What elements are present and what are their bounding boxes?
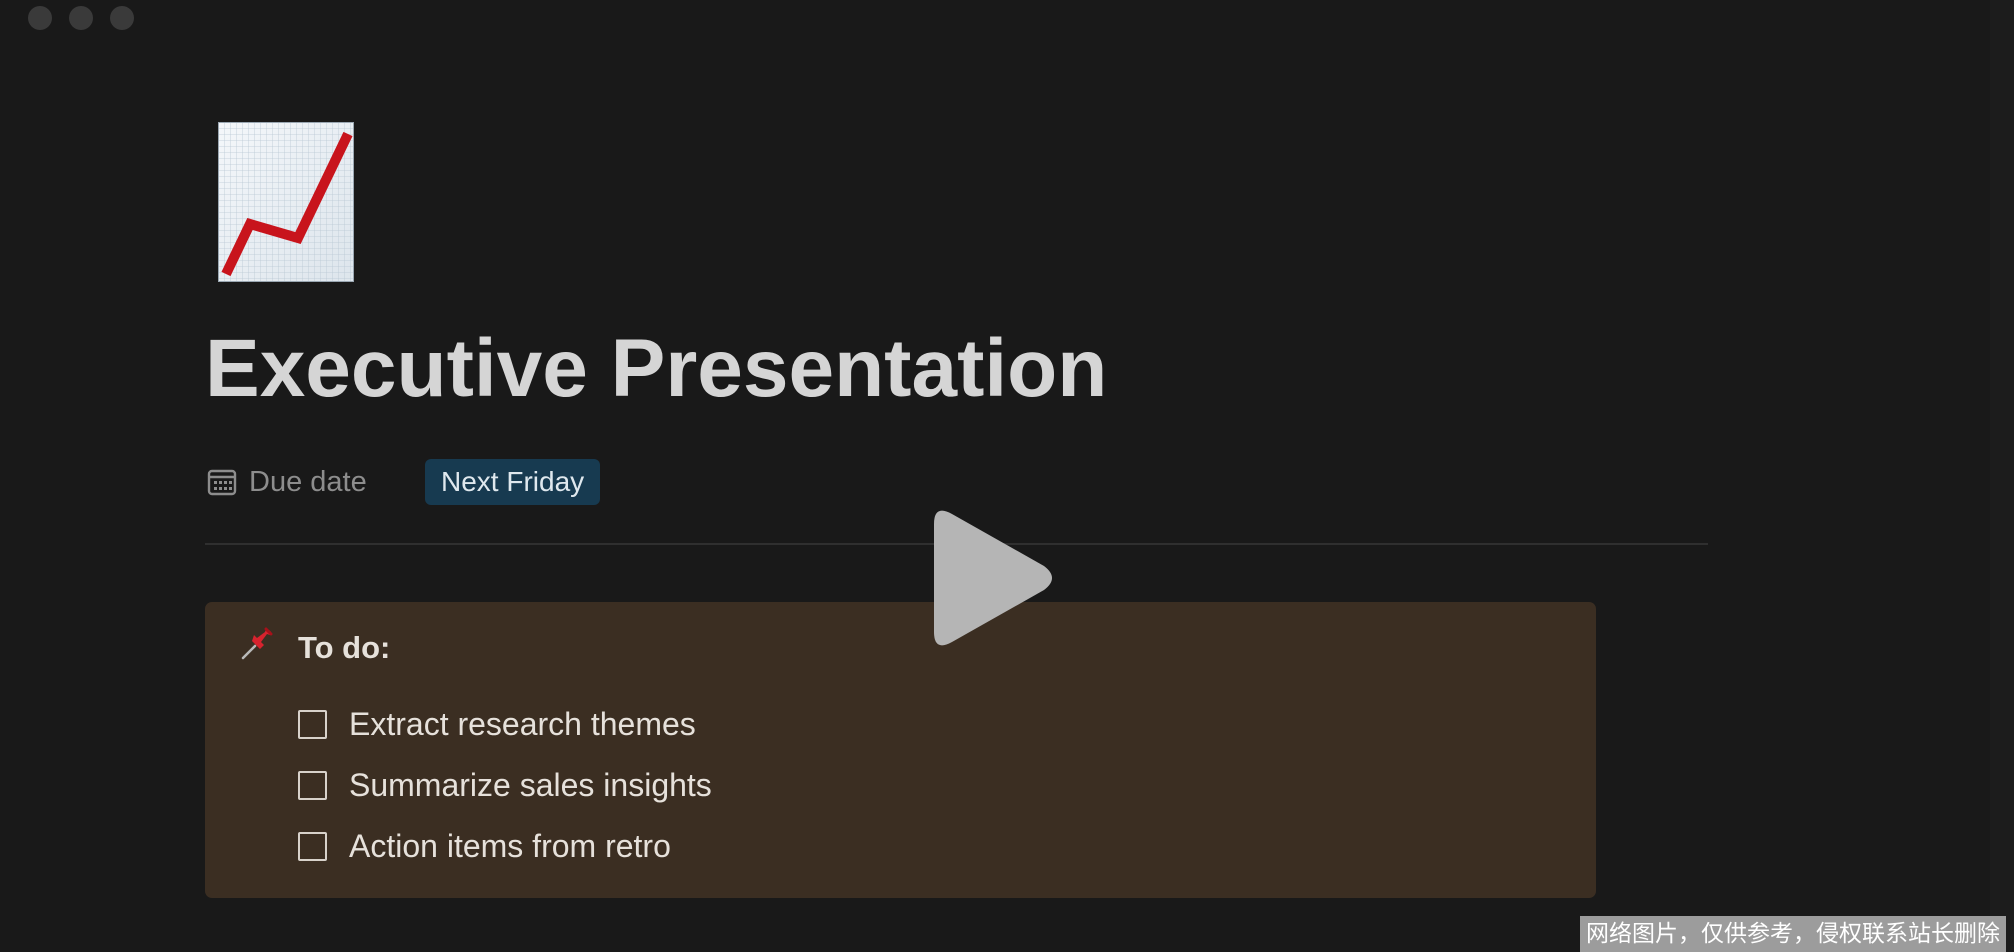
chart-increasing-icon[interactable]: [218, 122, 354, 282]
watermark: 网络图片，仅供参考，侵权联系站长删除: [1580, 916, 2006, 952]
play-icon[interactable]: [920, 502, 1060, 654]
todo-checkbox[interactable]: [298, 710, 327, 739]
todo-text[interactable]: Extract research themes: [349, 706, 696, 743]
callout-title: To do:: [298, 630, 391, 665]
scrollbar[interactable]: [1990, 0, 2014, 952]
todo-checkbox[interactable]: [298, 832, 327, 861]
due-date-value[interactable]: Next Friday: [425, 459, 601, 505]
minimize-window-button[interactable]: [69, 6, 93, 30]
window-controls: [28, 6, 134, 30]
todo-text[interactable]: Action items from retro: [349, 828, 671, 865]
todo-list: Extract research themes Summarize sales …: [298, 694, 712, 877]
page-title[interactable]: Executive Presentation: [205, 322, 1107, 416]
todo-checkbox[interactable]: [298, 771, 327, 800]
todo-item: Action items from retro: [298, 816, 712, 877]
todo-item: Extract research themes: [298, 694, 712, 755]
app-window: Executive Presentation Due date Next Fri…: [0, 0, 2014, 952]
todo-callout[interactable]: To do: Extract research themes Summarize…: [205, 602, 1596, 898]
todo-item: Summarize sales insights: [298, 755, 712, 816]
maximize-window-button[interactable]: [110, 6, 134, 30]
property-label: Due date: [249, 465, 367, 498]
pushpin-icon: [241, 627, 273, 660]
close-window-button[interactable]: [28, 6, 52, 30]
todo-text[interactable]: Summarize sales insights: [349, 767, 712, 804]
property-due-date[interactable]: Due date Next Friday: [207, 458, 601, 506]
calendar-icon: [207, 469, 237, 496]
